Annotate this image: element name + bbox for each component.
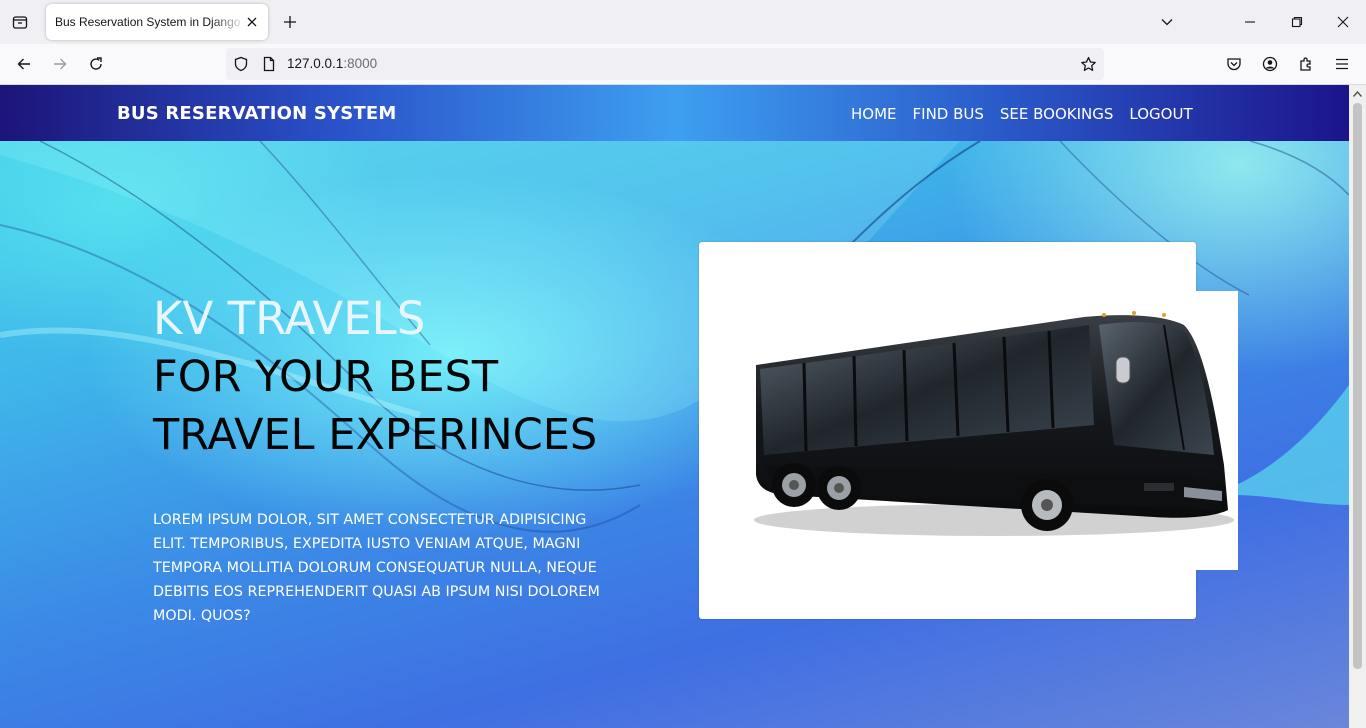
nav-find-bus-link[interactable]: FIND BUS (913, 105, 984, 123)
tab-close-icon[interactable] (244, 14, 260, 30)
minimize-icon[interactable] (1238, 10, 1262, 34)
bus-image (754, 311, 1234, 536)
web-page: BUS RESERVATION SYSTEM HOME FIND BUS SEE… (0, 85, 1349, 728)
hero-description: Lorem ipsum dolor, sit amet consectetur … (153, 512, 600, 624)
nav-home-link[interactable]: HOME (851, 105, 897, 123)
site-header: BUS RESERVATION SYSTEM HOME FIND BUS SEE… (0, 85, 1349, 141)
hero-heading: KV TRAVELS FOR YOUR BEST TRAVEL EXPERINC… (153, 290, 597, 464)
tab-list-icon[interactable] (8, 10, 32, 34)
reload-icon[interactable] (84, 52, 108, 76)
tab-title-fade (211, 12, 246, 32)
scroll-up-arrow-icon[interactable] (1352, 88, 1363, 99)
extensions-icon[interactable] (1294, 52, 1318, 76)
browser-tab-strip: Bus Reservation System in Django Framewo… (0, 0, 1366, 44)
page-scrollbar[interactable] (1349, 85, 1366, 728)
account-icon[interactable] (1258, 52, 1282, 76)
page-icon[interactable] (261, 56, 277, 72)
menu-hamburger-icon[interactable] (1330, 52, 1354, 76)
nav-logout-link[interactable]: LOGOUT (1129, 105, 1192, 123)
address-bar[interactable]: 127.0.0.1:8000 (226, 48, 1104, 80)
hero-line-3: TRAVEL EXPERINCES (153, 410, 598, 460)
list-all-tabs-chevron-icon[interactable] (1155, 10, 1179, 34)
scrollbar-thumb[interactable] (1353, 103, 1362, 669)
url-host: 127.0.0.1 (287, 56, 344, 71)
hero-line-2: FOR YOUR BEST (153, 352, 499, 402)
new-tab-plus-icon[interactable] (278, 10, 302, 34)
window-close-icon[interactable] (1331, 10, 1355, 34)
forward-arrow-icon[interactable] (48, 52, 72, 76)
site-nav: HOME FIND BUS SEE BOOKINGS LOGOUT (851, 105, 1209, 123)
back-arrow-icon[interactable] (12, 52, 36, 76)
hero-line-1: KV TRAVELS (153, 292, 426, 345)
bookmark-star-icon[interactable] (1080, 56, 1096, 72)
url-port: :8000 (343, 56, 378, 71)
browser-toolbar: 127.0.0.1:8000 (0, 44, 1366, 85)
browser-tab[interactable]: Bus Reservation System in Django Framewo… (46, 4, 268, 40)
restore-icon[interactable] (1285, 10, 1309, 34)
site-brand[interactable]: BUS RESERVATION SYSTEM (117, 103, 397, 124)
shield-icon[interactable] (233, 56, 249, 72)
nav-see-bookings-link[interactable]: SEE BOOKINGS (1000, 105, 1114, 123)
pocket-icon[interactable] (1222, 52, 1246, 76)
url-text[interactable]: 127.0.0.1:8000 (287, 56, 377, 71)
